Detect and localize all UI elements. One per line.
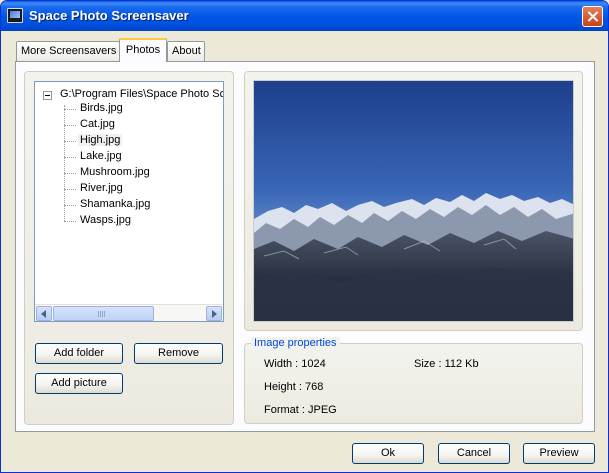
title-bar[interactable]: Space Photo Screensaver [1, 1, 608, 31]
tree-item-label: Wasps.jpg [80, 214, 131, 226]
app-monitor-icon [7, 8, 23, 23]
preview-button[interactable]: Preview [523, 443, 595, 464]
scrollbar-thumb[interactable] [53, 306, 154, 321]
remove-button[interactable]: Remove [134, 343, 223, 364]
photo-tree-view[interactable]: G:\Program Files\Space Photo Sc Birds.jp… [34, 81, 224, 322]
tree-item-label: River.jpg [80, 182, 123, 194]
tree-item-label: Birds.jpg [80, 102, 123, 114]
tree-item-label: High.jpg [78, 134, 123, 146]
tree-root-label: G:\Program Files\Space Photo Sc [60, 88, 224, 100]
horizontal-scrollbar[interactable] [35, 304, 223, 321]
tree-item-label: Cat.jpg [80, 118, 115, 130]
mountain-photo [254, 81, 573, 321]
tree-item-label: Mushroom.jpg [80, 166, 150, 178]
image-height-value: Height : 768 [264, 381, 324, 393]
close-button[interactable] [582, 6, 603, 27]
photo-preview-image [253, 80, 574, 322]
cancel-button[interactable]: Cancel [438, 443, 510, 464]
tree-item-label: Lake.jpg [80, 150, 122, 162]
tab-photos[interactable]: Photos [119, 38, 167, 62]
image-width-value: Width : 1024 [264, 358, 326, 370]
ok-button[interactable]: Ok [352, 443, 424, 464]
screensaver-window: Space Photo Screensaver More Screensaver… [0, 0, 609, 473]
scroll-right-arrow-icon[interactable] [206, 306, 222, 321]
image-size-value: Size : 112 Kb [414, 358, 479, 370]
tree-item-label: Shamanka.jpg [80, 198, 151, 210]
add-folder-button[interactable]: Add folder [35, 343, 123, 364]
add-picture-button[interactable]: Add picture [35, 373, 123, 394]
tree-connector-line [64, 105, 65, 221]
collapse-icon[interactable] [43, 91, 52, 100]
scroll-left-arrow-icon[interactable] [36, 306, 52, 321]
image-format-value: Format : JPEG [264, 404, 337, 416]
tab-more-screensavers[interactable]: More Screensavers [16, 41, 120, 61]
image-properties-legend: Image properties [251, 337, 340, 349]
tab-about[interactable]: About [167, 41, 205, 61]
window-title: Space Photo Screensaver [29, 8, 189, 23]
